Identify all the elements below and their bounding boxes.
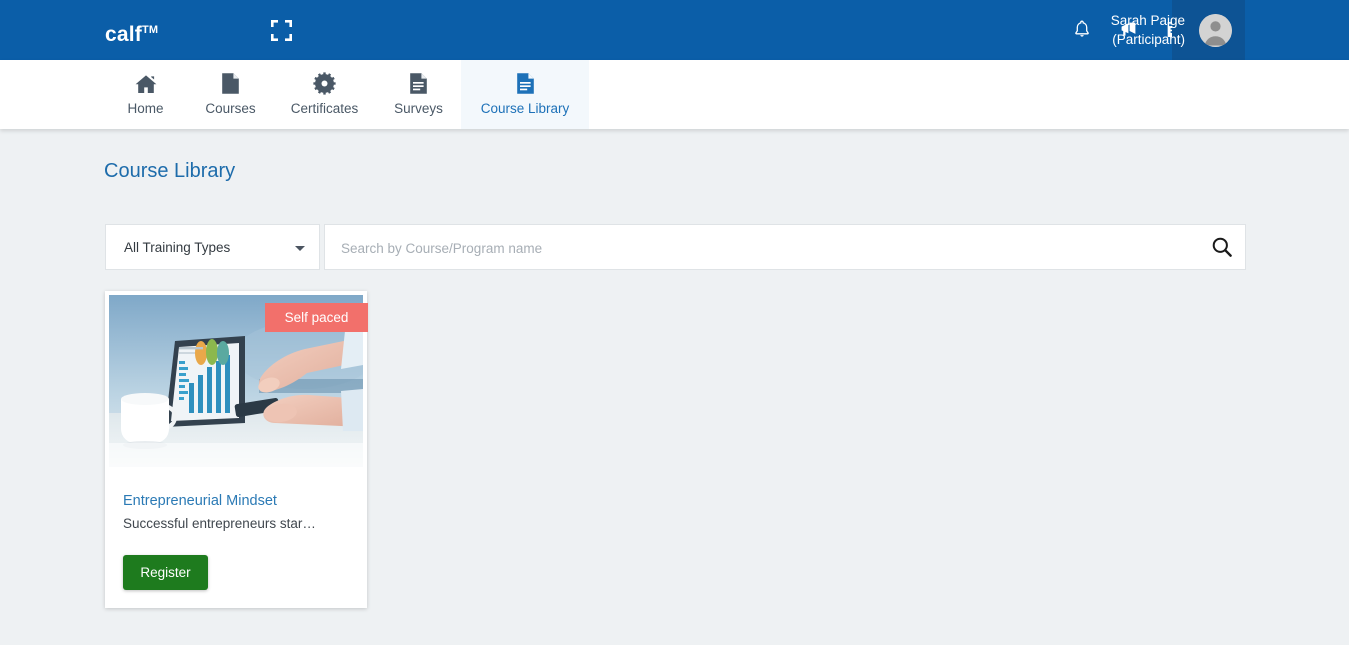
register-button[interactable]: Register: [123, 555, 208, 590]
chevron-down-icon: [295, 246, 305, 251]
nav-item-course-library-label: Course Library: [480, 101, 570, 116]
main-navigation-bar: Home Courses Certificates Surveys Course…: [0, 60, 1349, 129]
page-title: Course Library: [104, 160, 236, 182]
nav-item-certificates-label: Certificates: [290, 101, 359, 116]
nav-items-group: Home Courses Certificates Surveys Course…: [103, 60, 589, 129]
status-badge: Self paced: [265, 303, 368, 332]
top-header-bar: calfTM Sarah Paige (Participant): [0, 0, 1349, 60]
nav-item-home[interactable]: Home: [103, 60, 188, 129]
page-icon: [221, 72, 240, 95]
course-description: Successful entrepreneurs star…: [123, 516, 316, 531]
fullscreen-expand-icon[interactable]: [271, 20, 292, 41]
nav-item-courses-label: Courses: [205, 101, 256, 116]
document-lines-icon: [409, 72, 428, 95]
nav-item-home-label: Home: [127, 101, 164, 116]
search-box: [324, 224, 1246, 271]
user-role-label: (Participant): [1112, 32, 1185, 47]
course-title-link[interactable]: Entrepreneurial Mindset: [123, 491, 277, 511]
certificate-badge-icon: [313, 72, 336, 95]
nav-item-courses[interactable]: Courses: [188, 60, 273, 129]
training-type-dropdown-label: All Training Types: [124, 240, 231, 255]
avatar[interactable]: [1199, 14, 1232, 47]
app-logo-trademark: TM: [142, 24, 159, 36]
app-logo-text: calf: [105, 23, 142, 46]
search-icon[interactable]: [1211, 236, 1233, 258]
search-input[interactable]: [339, 225, 1193, 271]
home-icon: [134, 72, 158, 95]
training-type-dropdown[interactable]: All Training Types: [105, 224, 320, 270]
nav-item-surveys[interactable]: Surveys: [376, 60, 461, 129]
user-name-label: Sarah Paige: [1110, 13, 1185, 28]
nav-item-surveys-label: Surveys: [394, 101, 443, 116]
nav-item-course-library[interactable]: Course Library: [461, 60, 589, 129]
nav-item-certificates[interactable]: Certificates: [273, 60, 376, 129]
app-logo[interactable]: calfTM: [105, 18, 158, 47]
course-card[interactable]: Self paced Entrepreneurial Mindset Succe…: [105, 291, 368, 608]
document-lines-icon: [516, 72, 535, 95]
